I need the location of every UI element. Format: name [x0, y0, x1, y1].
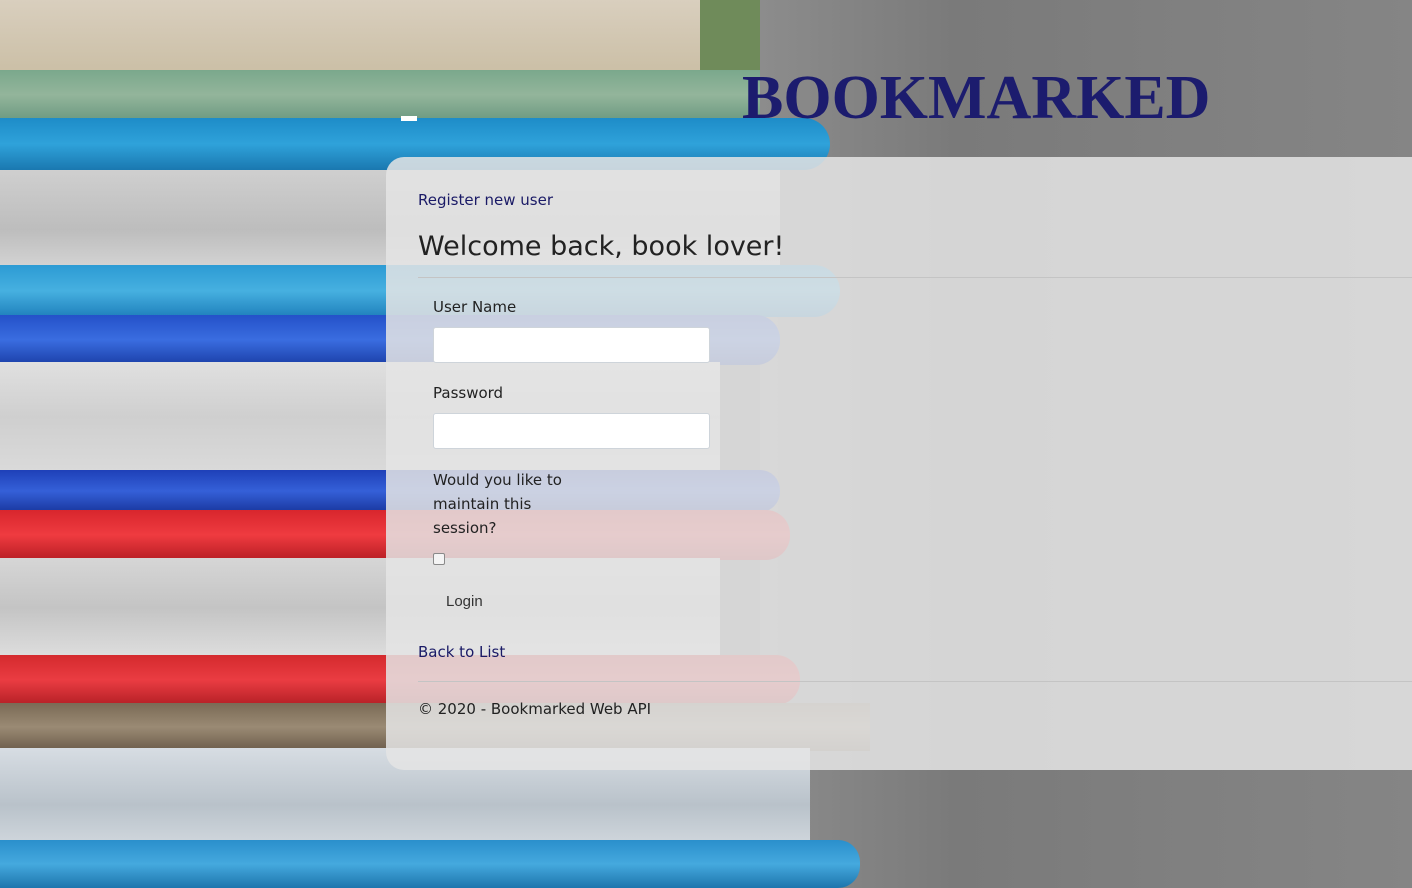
username-label: User Name [433, 298, 517, 316]
title-divider [418, 277, 1412, 278]
username-input[interactable] [433, 327, 710, 363]
register-new-user-link[interactable]: Register new user [418, 191, 553, 209]
login-panel: Register new user Welcome back, book lov… [386, 157, 1412, 770]
maintain-session-checkbox[interactable] [433, 553, 445, 565]
footer-copyright: © 2020 - Bookmarked Web API [418, 700, 652, 718]
page-title: Welcome back, book lover! [418, 231, 785, 262]
password-label: Password [433, 384, 504, 402]
back-to-list-link[interactable]: Back to List [418, 643, 505, 661]
nav-toggle-marker [401, 116, 417, 121]
maintain-session-label: Would you like to maintain this session? [433, 471, 562, 537]
footer-divider [418, 681, 1412, 682]
password-input[interactable] [433, 413, 710, 449]
brand-logo[interactable]: BOOKMARKED [742, 62, 1210, 134]
login-button[interactable]: Login [433, 589, 496, 614]
